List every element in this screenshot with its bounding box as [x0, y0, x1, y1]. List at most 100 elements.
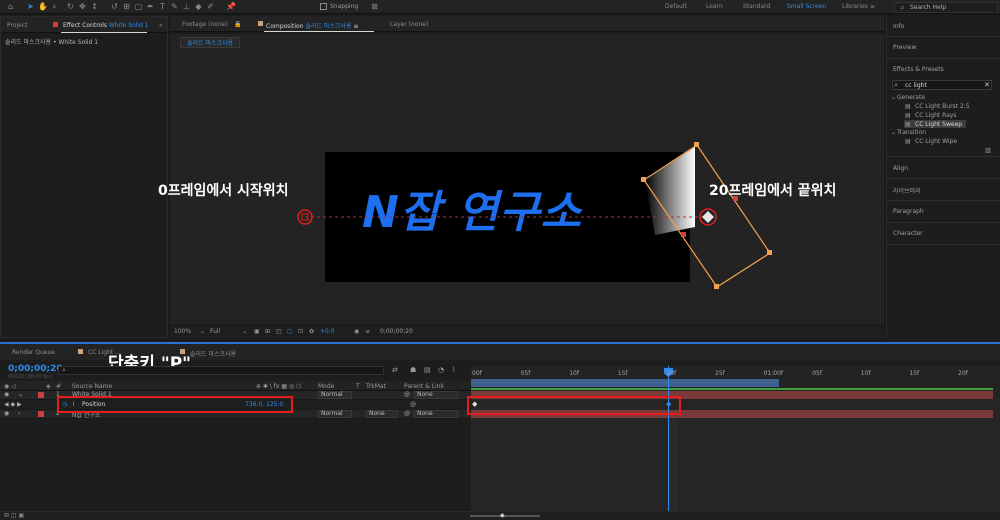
puppet-pin-icon[interactable]: 📌: [226, 2, 236, 11]
tab-comp[interactable]: 솔리드 마스크사용: [190, 349, 236, 358]
mask-vertex[interactable]: [641, 177, 646, 182]
visibility-eye-icon[interactable]: ◉: [4, 410, 9, 417]
tab-composition[interactable]: Composition 솔리드 마스크사용 ≡: [266, 21, 358, 30]
motion-blur-icon[interactable]: ◔: [438, 366, 444, 374]
visibility-eye-icon[interactable]: ◉: [4, 391, 9, 398]
show-snapshot-icon[interactable]: ⌀: [366, 328, 370, 335]
rotate-tool-icon[interactable]: ↺: [110, 2, 119, 11]
mask-vertex[interactable]: [694, 142, 699, 147]
guides-icon[interactable]: ⊡: [298, 328, 303, 335]
resolution-chevron-icon[interactable]: ⌄: [242, 328, 247, 335]
tree-item-selected[interactable]: CC Light Sweep: [915, 121, 962, 128]
zoom-slider-thumb[interactable]: ◆: [500, 512, 505, 519]
frame-blending-icon[interactable]: ▤: [424, 366, 431, 374]
type-tool-icon[interactable]: T: [158, 2, 167, 11]
info-panel-header[interactable]: Info: [893, 23, 904, 30]
composition-chip[interactable]: 솔리드 마스크사용: [180, 37, 241, 48]
mask-vertex[interactable]: [767, 250, 772, 255]
orbit-tool-icon[interactable]: ↻: [66, 2, 75, 11]
region-of-interest-icon[interactable]: ▢: [287, 328, 293, 335]
layer-label-color[interactable]: [38, 392, 44, 398]
work-area-bar[interactable]: [471, 379, 779, 387]
layer-trkmat-select[interactable]: None: [366, 410, 398, 418]
col-trkmat[interactable]: TrkMat: [366, 383, 386, 390]
workspace-standard[interactable]: Standard: [743, 3, 770, 10]
fast-previews-icon[interactable]: ▣: [254, 328, 260, 335]
resolution-select[interactable]: Full: [210, 328, 220, 335]
timeline-timecode[interactable]: 0;00;00;20: [8, 364, 63, 374]
workspace-overflow-icon[interactable]: »: [868, 2, 877, 11]
resolution-chevron-icon[interactable]: ⌄: [200, 328, 205, 335]
pan-behind-icon[interactable]: ⊞: [122, 2, 131, 11]
layer-label-color[interactable]: [38, 411, 44, 417]
snap-options-icon[interactable]: ⊠: [370, 2, 379, 11]
roto-brush-icon[interactable]: ✐: [206, 2, 215, 11]
tab-effect-controls[interactable]: Effect Controls White Solid 1: [63, 22, 149, 29]
brush-tool-icon[interactable]: ✎: [170, 2, 179, 11]
generate-expand-icon[interactable]: ⌄: [891, 94, 896, 101]
workspace-small-screen[interactable]: Small Screen: [787, 3, 826, 10]
col-mode[interactable]: Mode: [318, 383, 334, 390]
tab-layer[interactable]: Layer (none): [390, 21, 428, 28]
selection-tool-icon[interactable]: ➤: [26, 2, 35, 11]
toggle-switches-icon[interactable]: ⊞ ◫ ▣: [4, 512, 24, 519]
tab-render-queue[interactable]: Render Queue: [12, 349, 55, 356]
home-icon[interactable]: ⌂: [6, 2, 15, 11]
clone-stamp-icon[interactable]: ⊥: [182, 2, 191, 11]
paragraph-panel-header[interactable]: Paragraph: [893, 208, 924, 215]
exposure-value[interactable]: +0.0: [320, 328, 335, 335]
snapshot-icon[interactable]: ◉: [354, 328, 359, 335]
tree-transition[interactable]: Transition: [897, 129, 926, 136]
preview-panel-header[interactable]: Preview: [893, 44, 916, 51]
mask-midpoint[interactable]: [681, 232, 686, 237]
align-panel-header[interactable]: Align: [893, 165, 908, 172]
tab-footage[interactable]: Footage (none): [182, 21, 228, 28]
transparency-grid-icon[interactable]: ⊞: [265, 328, 270, 335]
library-panel-header[interactable]: 라이브러리: [893, 186, 921, 195]
mask-visibility-icon[interactable]: ◰: [276, 328, 282, 335]
parent-pickwhip-icon[interactable]: @: [404, 410, 410, 417]
tree-item[interactable]: CC Light Wipe: [915, 138, 957, 145]
transition-expand-icon[interactable]: ⌄: [891, 129, 896, 136]
col-source-name[interactable]: Source Name: [72, 383, 112, 390]
layer-search-input[interactable]: [58, 366, 384, 375]
tab-lock-icon[interactable]: 🔒: [234, 21, 241, 28]
tab-menu-icon[interactable]: ≡: [353, 23, 358, 30]
comp-flowchart-icon[interactable]: ⇄: [392, 366, 398, 374]
zoom-tool-icon[interactable]: ⌕: [50, 2, 59, 11]
new-folder-icon[interactable]: ▥: [985, 147, 991, 154]
workspace-libraries[interactable]: Libraries: [842, 3, 868, 10]
layer-mode-select[interactable]: Normal: [318, 410, 352, 418]
expand-layer-icon[interactable]: ⌄: [18, 391, 23, 398]
workspace-default[interactable]: Default: [665, 3, 687, 10]
property-pickwhip-icon[interactable]: @: [410, 401, 416, 408]
tree-item[interactable]: CC Light Burst 2.5: [915, 103, 969, 110]
layer-parent-select[interactable]: None: [414, 410, 458, 418]
magnification-select[interactable]: 100%: [174, 328, 191, 335]
current-time-indicator[interactable]: [668, 366, 669, 516]
move-tool-icon[interactable]: ✥: [78, 2, 87, 11]
col-parent[interactable]: Parent & Link: [404, 383, 444, 390]
channel-icon[interactable]: ✿: [309, 328, 314, 335]
tree-item[interactable]: CC Light Rays: [915, 112, 957, 119]
workspace-learn[interactable]: Learn: [706, 3, 723, 10]
pen-tool-icon[interactable]: ✒: [146, 2, 155, 11]
snapping-checkbox[interactable]: [320, 3, 327, 10]
expand-layer-icon[interactable]: ›: [18, 410, 20, 417]
mask-vertex[interactable]: [714, 284, 719, 289]
effects-presets-header[interactable]: Effects & Presets: [893, 66, 944, 73]
tree-generate[interactable]: Generate: [897, 94, 925, 101]
panel-overflow-icon[interactable]: »: [159, 22, 163, 29]
clear-search-icon[interactable]: ✕: [984, 81, 990, 89]
layer-mode-select[interactable]: Normal: [318, 391, 352, 399]
zoom-slider[interactable]: [470, 515, 540, 517]
keyframe-navigator-icon[interactable]: ◀ ◆ ▶: [4, 401, 22, 408]
hand-tool-icon[interactable]: ✋: [38, 2, 48, 11]
eraser-tool-icon[interactable]: ◆: [194, 2, 203, 11]
parent-pickwhip-icon[interactable]: @: [404, 391, 410, 398]
current-time-display[interactable]: 0;00;00;20: [380, 328, 413, 335]
shy-layers-icon[interactable]: ☗: [410, 366, 416, 374]
mask-tool-icon[interactable]: ▢: [134, 2, 143, 11]
tab-project[interactable]: Project: [7, 22, 28, 29]
character-panel-header[interactable]: Character: [893, 230, 923, 237]
